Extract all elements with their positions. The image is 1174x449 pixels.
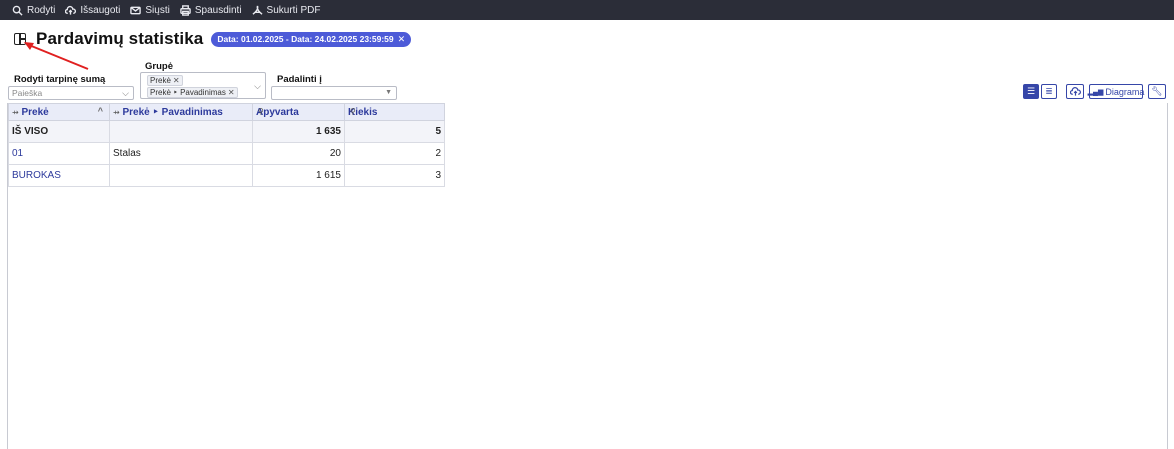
print-button[interactable]: Spausdinti bbox=[180, 5, 242, 16]
column-header-quantity[interactable]: ⚲ Kiekis bbox=[344, 103, 445, 121]
pdf-icon bbox=[252, 5, 263, 15]
column-header-turnover[interactable]: ⚲ Apyvarta bbox=[252, 103, 345, 121]
split-select[interactable]: ▼ bbox=[271, 86, 397, 100]
pin-icon: ⇸ bbox=[113, 107, 120, 117]
subtotal-select[interactable]: Paieška ⌵ bbox=[8, 86, 134, 100]
show-button[interactable]: Rodyti bbox=[12, 5, 55, 16]
remove-date-filter-icon[interactable]: ✕ bbox=[398, 34, 406, 45]
lines-icon: ≣ bbox=[1045, 86, 1053, 96]
wrench-icon[interactable]: ⚲ bbox=[258, 107, 264, 116]
group-select[interactable]: Prekė ✕ Prekė ‣ Pavadinimas ✕ ⌵ bbox=[140, 72, 266, 99]
chevron-down-icon: ⌵ bbox=[254, 81, 261, 91]
column-header-label: Prekė ‣ Pavadinimas bbox=[122, 106, 223, 118]
search-icon bbox=[12, 5, 23, 16]
printer-icon bbox=[180, 4, 191, 16]
subtotal-label: Rodyti tarpinę sumą bbox=[14, 74, 106, 85]
chart-button[interactable]: ▂▄▆ Diagrama bbox=[1087, 84, 1145, 99]
group-tag-label: Prekė ‣ Pavadinimas bbox=[150, 88, 226, 97]
cloud-upload-icon bbox=[65, 5, 77, 15]
cloud-save-button[interactable] bbox=[1066, 84, 1084, 99]
turnover-cell: 20 bbox=[252, 142, 345, 165]
date-filter-text: Data: 01.02.2025 - Data: 24.02.2025 23:5… bbox=[217, 34, 394, 44]
create-pdf-button[interactable]: Sukurti PDF bbox=[252, 4, 321, 16]
chevron-down-icon: ⌵ bbox=[122, 88, 129, 98]
group-tag-label: Prekė bbox=[150, 76, 171, 85]
group-tag: Prekė ‣ Pavadinimas ✕ bbox=[147, 87, 238, 98]
save-button[interactable]: Išsaugoti bbox=[65, 5, 120, 16]
column-header-product[interactable]: ⇸ Prekė ^ bbox=[8, 103, 110, 121]
annotation-arrow bbox=[24, 42, 89, 70]
remove-tag-icon[interactable]: ✕ bbox=[173, 76, 180, 85]
settings-button[interactable]: 🔧︎ bbox=[1148, 84, 1166, 99]
total-quantity: 5 bbox=[344, 120, 445, 143]
save-button-label: Išsaugoti bbox=[80, 4, 121, 16]
header-row: ⇸ Prekė ^ ⇸ Prekė ‣ Pavadinimas ⚲ Apyvar… bbox=[8, 103, 445, 121]
total-name-cell bbox=[109, 120, 253, 143]
column-header-label: Prekė bbox=[21, 106, 49, 118]
subtotal-placeholder: Paieška bbox=[12, 88, 43, 98]
total-label: IŠ VISO bbox=[8, 120, 110, 143]
quantity-cell: 3 bbox=[344, 164, 445, 187]
product-name-cell: Stalas bbox=[109, 142, 253, 165]
group-tag: Prekė ✕ bbox=[147, 75, 183, 86]
sort-up-icon[interactable]: ^ bbox=[98, 106, 103, 116]
quantity-cell: 2 bbox=[344, 142, 445, 165]
wrench-icon: 🔧︎ bbox=[1151, 86, 1163, 96]
date-filter-badge[interactable]: Data: 01.02.2025 - Data: 24.02.2025 23:5… bbox=[211, 31, 412, 47]
table-row: 01 Stalas 20 2 bbox=[8, 142, 445, 165]
remove-tag-icon[interactable]: ✕ bbox=[228, 88, 235, 97]
print-button-label: Spausdinti bbox=[194, 4, 242, 16]
send-button-label: Siųsti bbox=[145, 4, 170, 16]
wrench-icon[interactable]: ⚲ bbox=[350, 107, 356, 116]
show-button-label: Rodyti bbox=[27, 4, 56, 16]
create-pdf-button-label: Sukurti PDF bbox=[266, 4, 321, 16]
cloud-upload-icon bbox=[1069, 87, 1081, 96]
product-code-link[interactable]: 01 bbox=[8, 142, 110, 165]
product-code-link[interactable]: BUROKAS bbox=[8, 164, 110, 187]
chart-button-label: Diagrama bbox=[1105, 86, 1145, 97]
list-icon: ☰ bbox=[1026, 86, 1036, 96]
mail-icon bbox=[130, 6, 142, 14]
send-button[interactable]: Siųsti bbox=[130, 4, 170, 16]
caret-down-icon: ▼ bbox=[385, 89, 392, 96]
split-label: Padalinti į bbox=[277, 74, 322, 85]
bar-chart-icon: ▂▄▆ bbox=[1087, 88, 1104, 96]
table-row: BUROKAS 1 615 3 bbox=[8, 164, 445, 187]
table-view-button[interactable]: ☰ bbox=[1023, 84, 1039, 99]
total-row: IŠ VISO 1 635 5 bbox=[8, 120, 445, 143]
compact-view-button[interactable]: ≣ bbox=[1041, 84, 1057, 99]
total-turnover: 1 635 bbox=[252, 120, 345, 143]
column-header-product-name[interactable]: ⇸ Prekė ‣ Pavadinimas bbox=[109, 103, 253, 121]
pin-icon: ⇸ bbox=[12, 107, 19, 117]
turnover-cell: 1 615 bbox=[252, 164, 345, 187]
group-label: Grupė bbox=[145, 61, 173, 72]
data-grid: ⇸ Prekė ^ ⇸ Prekė ‣ Pavadinimas ⚲ Apyvar… bbox=[7, 103, 1168, 449]
top-toolbar: Rodyti Išsaugoti Siųsti Spausdinti Sukur… bbox=[0, 0, 1174, 20]
product-name-cell bbox=[109, 164, 253, 187]
